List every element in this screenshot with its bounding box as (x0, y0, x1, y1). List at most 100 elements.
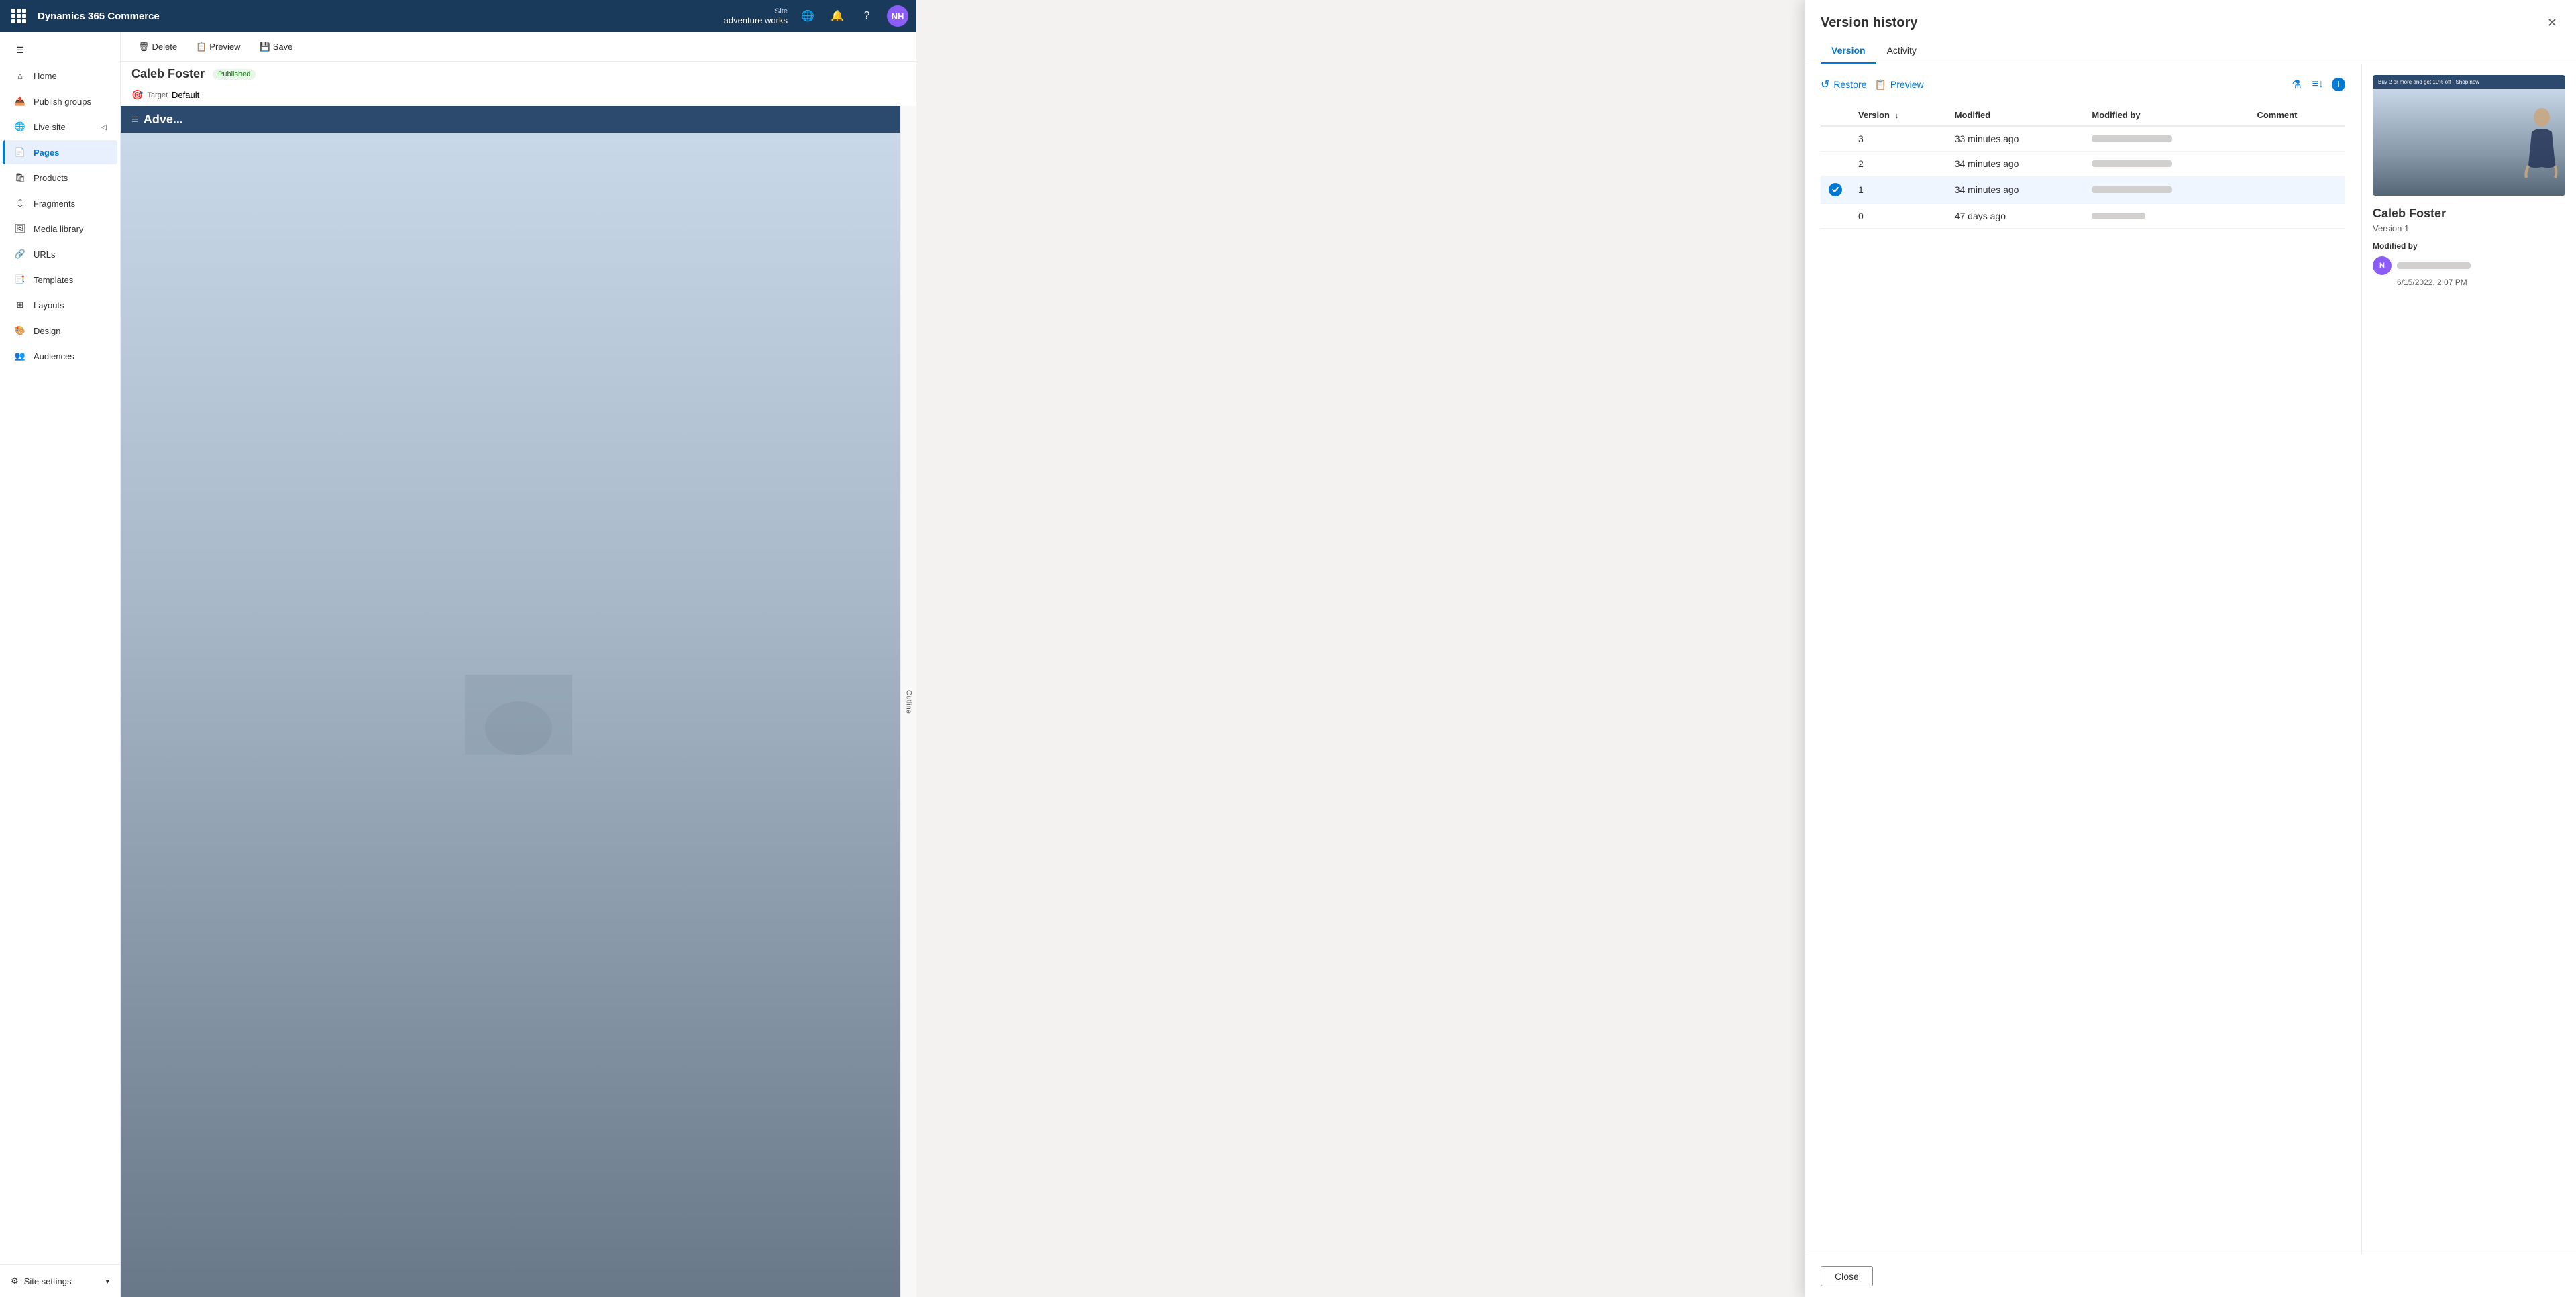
row-version: 3 (1850, 126, 1947, 152)
site-name: adventure works (724, 15, 788, 25)
site-info: Site adventure works (724, 7, 788, 25)
row-version: 1 (1850, 176, 1947, 204)
site-settings-label: Site settings (24, 1276, 72, 1286)
table-row[interactable]: 2 34 minutes ago (1821, 152, 2345, 176)
sidebar-label-fragments: Fragments (34, 199, 75, 209)
user-avatar[interactable]: NH (887, 5, 908, 27)
row-modified: 33 minutes ago (1947, 126, 2084, 152)
sidebar-item-home[interactable]: ⌂ Home (3, 64, 117, 88)
sidebar-label-products: Products (34, 173, 68, 183)
row-modified-by (2084, 152, 2249, 176)
row-check (1821, 204, 1850, 229)
media-icon: 🖼 (13, 222, 27, 235)
row-comment (2249, 204, 2345, 229)
canvas-area: ☰ Adve... Outline (121, 106, 916, 1297)
restore-button[interactable]: ↺ Restore (1821, 75, 1866, 94)
outline-label: Outline (905, 690, 913, 714)
site-settings-btn[interactable]: ⚙ Site settings ▾ (0, 1270, 120, 1292)
outline-panel[interactable]: Outline (900, 106, 916, 1297)
save-icon: 💾 (260, 42, 270, 52)
sidebar-label-layouts: Layouts (34, 300, 64, 311)
panel-body: ↺ Restore 📋 Preview ⚗ ≡↓ i (1805, 64, 2576, 1255)
version-history-panel: Version history ✕ Version Activity ↺ Res… (1805, 0, 2576, 1297)
waffle-menu[interactable] (8, 5, 30, 27)
row-modified: 34 minutes ago (1947, 152, 2084, 176)
sidebar-label-pages: Pages (34, 148, 59, 158)
save-button[interactable]: 💾 Save (253, 39, 300, 55)
help-icon[interactable]: ? (857, 7, 876, 25)
sidebar-label-templates: Templates (34, 275, 73, 285)
main-content: 🗑 Delete 📋 Preview 💾 Save Caleb Foster P… (121, 32, 916, 1297)
col-modified: Modified (1947, 105, 2084, 126)
globe-nav-icon: 🌐 (13, 120, 27, 133)
info-icon: i (2332, 78, 2345, 91)
versions-table: Version ↓ Modified Modified by Comment 3… (1821, 105, 2345, 229)
row-modified-by (2084, 176, 2249, 204)
sidebar-item-media-library[interactable]: 🖼 Media library (3, 217, 117, 241)
page-title: Caleb Foster (131, 67, 205, 81)
home-icon: ⌂ (13, 69, 27, 82)
sort-button[interactable]: ≡↓ (2310, 76, 2326, 93)
design-icon: 🎨 (13, 324, 27, 337)
table-row[interactable]: 0 47 days ago (1821, 204, 2345, 229)
preview-user: N (2373, 256, 2565, 275)
products-icon: 🛍 (13, 171, 27, 184)
row-comment (2249, 152, 2345, 176)
sidebar-label-urls: URLs (34, 249, 56, 260)
preview-pane: Buy 2 or more and get 10% off - Shop now… (2361, 64, 2576, 1255)
delete-icon: 🗑 (138, 42, 150, 52)
close-panel-button[interactable]: Close (1821, 1266, 1873, 1286)
sidebar-item-audiences[interactable]: 👥 Audiences (3, 344, 117, 368)
panel-close-button[interactable]: ✕ (2544, 13, 2560, 33)
sidebar-label-live-site: Live site (34, 122, 66, 132)
row-comment (2249, 176, 2345, 204)
sidebar-item-hamburger[interactable]: ☰ (3, 38, 117, 62)
preview-button[interactable]: 📋 Preview (189, 39, 247, 55)
target-icon: 🎯 (131, 89, 143, 101)
row-modified: 47 days ago (1947, 204, 2084, 229)
delete-button[interactable]: 🗑 Delete (131, 39, 184, 55)
preview-avatar: N (2373, 256, 2392, 275)
audience-icon: 👥 (13, 349, 27, 363)
sidebar-item-live-site[interactable]: 🌐 Live site ◁ (3, 115, 117, 139)
panel-header: Version history ✕ (1805, 0, 2576, 33)
globe-icon[interactable]: 🌐 (798, 7, 817, 25)
sidebar-item-layouts[interactable]: ⊞ Layouts (3, 293, 117, 317)
preview-date: 6/15/2022, 2:07 PM (2397, 278, 2565, 287)
restore-icon: ↺ (1821, 78, 1829, 91)
col-modified-by: Modified by (2084, 105, 2249, 126)
target-section: 🎯 Target Default (121, 84, 916, 106)
table-row[interactable]: 3 33 minutes ago (1821, 126, 2345, 152)
sidebar-item-templates[interactable]: 📑 Templates (3, 268, 117, 292)
row-version: 2 (1850, 152, 1947, 176)
table-row[interactable]: 1 34 minutes ago (1821, 176, 2345, 204)
layout-icon: ⊞ (13, 298, 27, 312)
sidebar-item-publish-groups[interactable]: 📤 Publish groups (3, 89, 117, 113)
sidebar-label-publish-groups: Publish groups (34, 97, 91, 107)
tab-version[interactable]: Version (1821, 38, 1876, 64)
app-title: Dynamics 365 Commerce (38, 11, 716, 22)
preview-icon: 📋 (196, 42, 207, 52)
sidebar-item-urls[interactable]: 🔗 URLs (3, 242, 117, 266)
bell-icon[interactable]: 🔔 (828, 7, 847, 25)
sidebar-item-pages[interactable]: 📄 Pages (3, 140, 117, 164)
table-actions: ↺ Restore 📋 Preview ⚗ ≡↓ i (1821, 75, 2345, 94)
row-check (1821, 126, 1850, 152)
sidebar-item-fragments[interactable]: ⬡ Fragments (3, 191, 117, 215)
target-value: Default (172, 90, 199, 100)
sidebar-item-products[interactable]: 🛍 Products (3, 166, 117, 190)
sidebar: ☰ ⌂ Home 📤 Publish groups 🌐 Live site ◁ … (0, 32, 121, 1297)
url-icon: 🔗 (13, 247, 27, 261)
sidebar-item-design[interactable]: 🎨 Design (3, 319, 117, 343)
table-section: ↺ Restore 📋 Preview ⚗ ≡↓ i (1805, 64, 2361, 1255)
col-comment: Comment (2249, 105, 2345, 126)
preview-username (2397, 262, 2471, 269)
panel-tabs: Version Activity (1805, 38, 2576, 64)
row-version: 0 (1850, 204, 1947, 229)
row-comment (2249, 126, 2345, 152)
tab-activity[interactable]: Activity (1876, 38, 1927, 64)
preview-version-button[interactable]: 📋 Preview (1874, 75, 1923, 94)
filter-button[interactable]: ⚗ (2289, 75, 2304, 94)
page-header: Caleb Foster Published (121, 62, 916, 84)
panel-footer: Close (1805, 1255, 2576, 1297)
